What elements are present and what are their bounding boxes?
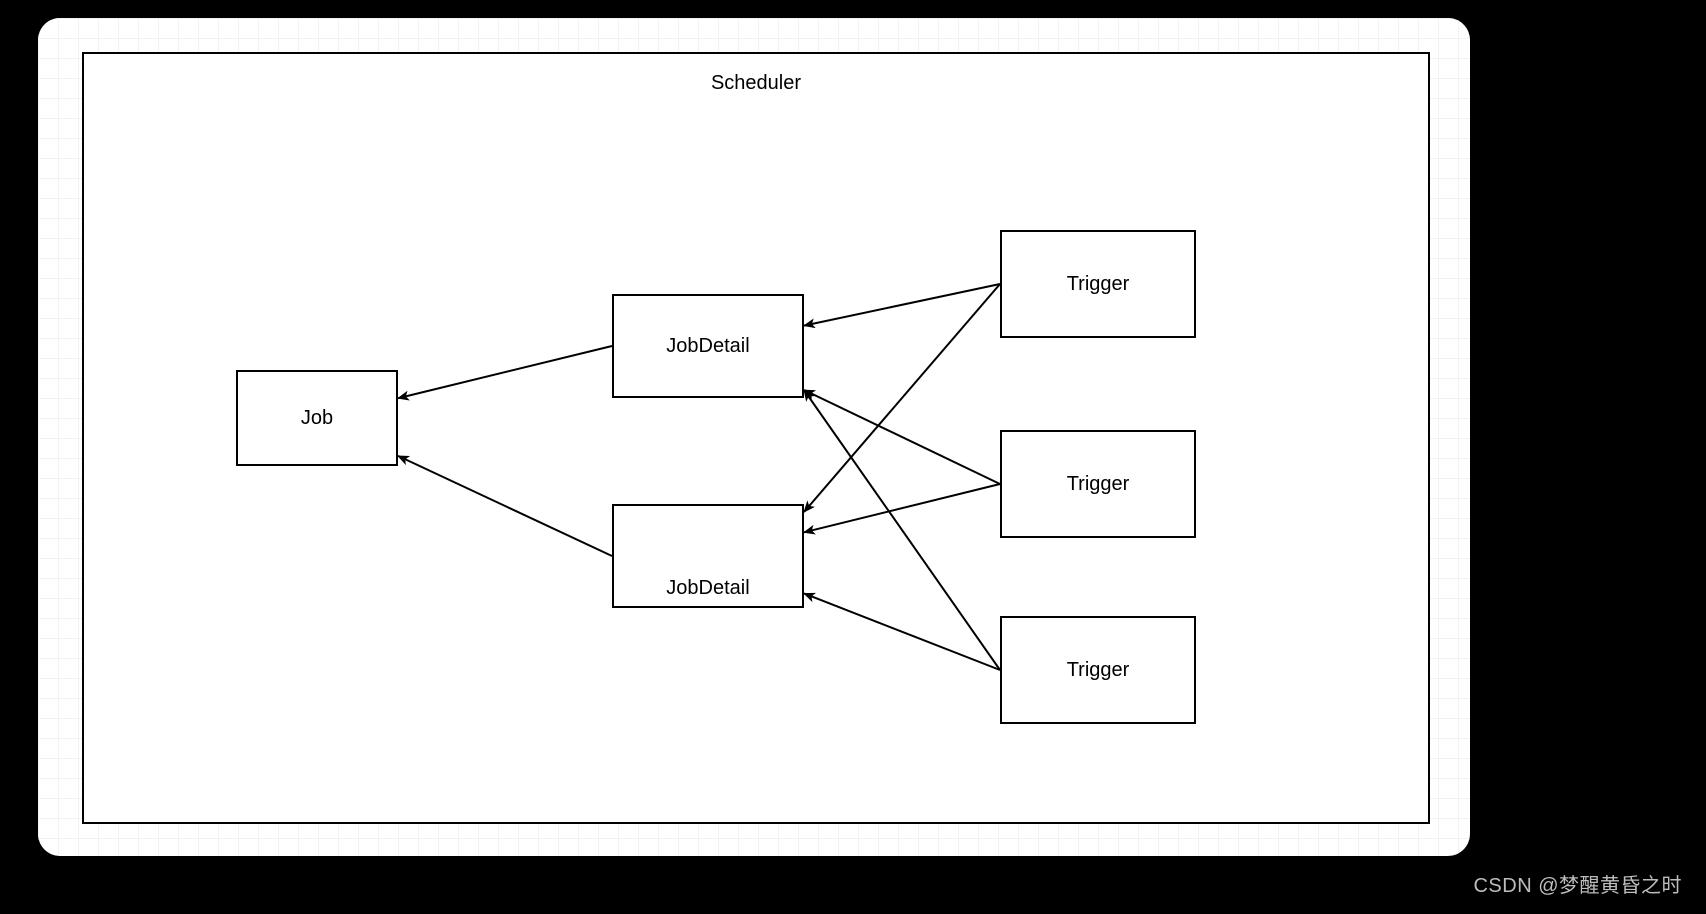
edge-trigger2-to-jobDetail1 (804, 390, 1000, 484)
edge-jobDetail2-to-job (398, 456, 612, 556)
edge-jobDetail1-to-job (398, 346, 612, 398)
node-jobDetail1: JobDetail (612, 294, 804, 398)
node-job: Job (236, 370, 398, 466)
node-trigger3: Trigger (1000, 616, 1196, 724)
node-trigger1: Trigger (1000, 230, 1196, 338)
edge-trigger1-to-jobDetail1 (804, 284, 1000, 326)
outer-frame: Scheduler Job JobDetail JobDetail Trigger Tr… (38, 18, 1470, 856)
diagram-title: Scheduler (711, 72, 801, 95)
edge-trigger1-to-jobDetail2 (804, 284, 1000, 512)
edge-trigger2-to-jobDetail2 (804, 484, 1000, 532)
scheduler-diagram: Scheduler Job JobDetail JobDetail Trigger Tr… (82, 52, 1430, 824)
node-jobDetail2: JobDetail (612, 504, 804, 608)
edge-trigger3-to-jobDetail1 (804, 390, 1000, 670)
edge-trigger3-to-jobDetail2 (804, 593, 1000, 670)
watermark-text: CSDN @梦醒黄昏之时 (1473, 869, 1682, 898)
node-trigger2: Trigger (1000, 430, 1196, 538)
